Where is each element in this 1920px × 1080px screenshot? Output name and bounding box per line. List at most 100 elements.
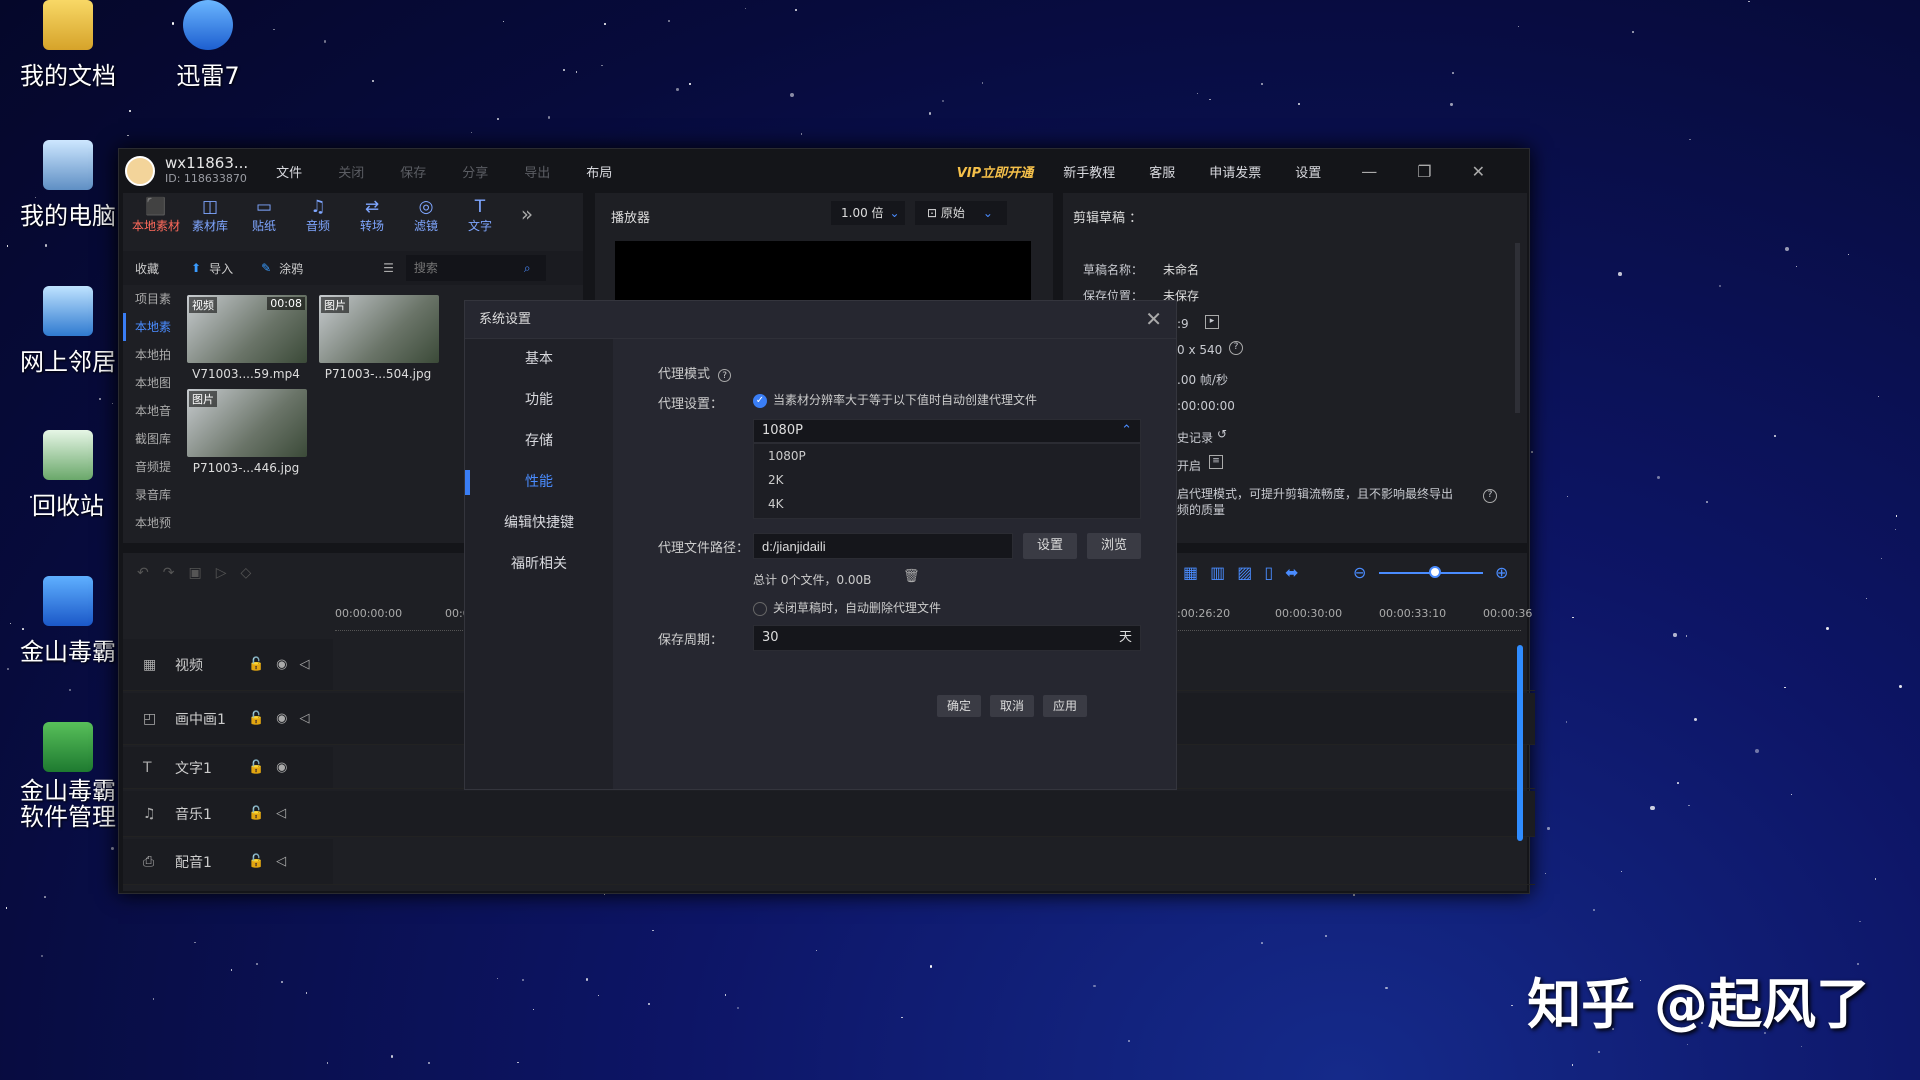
resolution-select[interactable]: 1080P ⌃ — [753, 419, 1141, 443]
more-tools-icon[interactable]: » — [507, 197, 547, 239]
media-thumb-image[interactable]: 图片 — [319, 295, 439, 363]
draft-history: 史记录 — [1177, 431, 1214, 445]
menu-export[interactable]: 导出 — [524, 162, 550, 181]
star — [1874, 878, 1877, 880]
menu-layout[interactable]: 布局 — [586, 162, 612, 181]
tab-stickers[interactable]: ▭ 贴纸 — [237, 197, 291, 239]
close-icon[interactable]: ✕ — [1472, 162, 1485, 181]
trash-icon[interactable]: 🗑 — [903, 569, 920, 584]
menu-file[interactable]: 文件 — [276, 162, 302, 181]
track-controls[interactable]: 🔓◉ — [248, 760, 300, 775]
desktop-icon-my-documents[interactable]: 我的文档 — [8, 0, 128, 91]
resolution-option[interactable]: 2K — [754, 468, 1140, 492]
paint-icon[interactable]: ✎ — [261, 261, 271, 275]
menu-share[interactable]: 分享 — [462, 162, 488, 181]
avatar[interactable] — [125, 156, 155, 186]
star — [652, 929, 655, 932]
search-icon[interactable]: ⌕ — [524, 261, 531, 276]
timeline-scrollbar[interactable] — [1517, 645, 1523, 841]
minimize-icon[interactable]: — — [1361, 162, 1377, 181]
ok-button[interactable]: 确定 — [937, 695, 981, 717]
import-button[interactable]: 导入 — [209, 260, 233, 277]
path-input[interactable] — [753, 533, 1013, 559]
path-browse-button[interactable]: 浏览 — [1087, 533, 1141, 559]
star — [502, 20, 505, 23]
nav-function[interactable]: 功能 — [465, 380, 613, 421]
help-icon[interactable]: ? — [1229, 341, 1243, 355]
sidebar-item[interactable]: 本地拍 — [123, 341, 171, 369]
star — [110, 847, 114, 851]
sort-icon[interactable]: ☰ — [383, 261, 394, 275]
speed-select[interactable]: 1.00 倍 ⌄ — [831, 201, 905, 225]
help-icon[interactable]: ? — [718, 369, 732, 382]
apply-button[interactable]: 应用 — [1043, 695, 1087, 717]
star — [390, 1055, 393, 1058]
import-icon[interactable]: ⬆ — [191, 261, 201, 275]
auto-delete-radio[interactable]: 关闭草稿时，自动删除代理文件 — [753, 599, 941, 616]
desktop-icon-network[interactable]: 网上邻居 — [8, 286, 128, 377]
track-controls[interactable]: 🔓◉◁ — [248, 657, 322, 672]
tab-library[interactable]: ◫ 素材库 — [183, 197, 237, 239]
history-icon[interactable]: ↺ — [1217, 427, 1227, 441]
fav-label[interactable]: 收藏 — [135, 260, 177, 277]
zoom-slider-handle[interactable] — [1429, 566, 1441, 578]
nav-basic[interactable]: 基本 — [465, 339, 613, 380]
vip-link[interactable]: VIP立即开通 — [957, 162, 1033, 181]
tab-transition[interactable]: ⇄ 转场 — [345, 197, 399, 239]
star — [981, 82, 984, 84]
star — [667, 19, 670, 22]
restore-icon[interactable]: ❐ — [1417, 162, 1431, 181]
track-controls[interactable]: 🔓◁ — [248, 854, 298, 869]
sidebar-item-active[interactable]: 本地素 — [123, 313, 171, 341]
ratio-select[interactable]: ⊡ 原始 ⌄ — [915, 201, 1007, 225]
sidebar-item[interactable]: 录音库 — [123, 481, 171, 509]
media-thumb-video[interactable]: 视频 00:08 — [187, 295, 307, 363]
resolution-option[interactable]: 4K — [754, 492, 1140, 516]
service-link[interactable]: 客服 — [1149, 162, 1175, 181]
sidebar-item[interactable]: 本地音 — [123, 397, 171, 425]
toggle-icon[interactable]: ≡ — [1209, 455, 1223, 469]
menu-save[interactable]: 保存 — [400, 162, 426, 181]
path-set-button[interactable]: 设置 — [1023, 533, 1077, 559]
desktop-icon-xunlei[interactable]: 迅雷7 — [148, 0, 268, 91]
proxy-auto-checkbox[interactable]: ✓ 当素材分辨率大于等于以下值时自动创建代理文件 — [753, 391, 1037, 408]
close-icon[interactable]: ✕ — [1145, 307, 1162, 331]
nav-storage[interactable]: 存储 — [465, 421, 613, 462]
scrollbar[interactable] — [1515, 243, 1520, 413]
star — [1572, 616, 1575, 619]
track-controls[interactable]: 🔓◁ — [248, 806, 298, 821]
help-icon[interactable]: ? — [1483, 489, 1497, 503]
nav-performance[interactable]: 性能 — [465, 462, 613, 503]
desktop-icon-duba-manager[interactable]: 金山毒霸软件管理 — [8, 722, 128, 830]
star — [1688, 804, 1690, 807]
sidebar-item[interactable]: 截图库 — [123, 425, 171, 453]
tab-local-media[interactable]: ⬛ 本地素材 — [129, 197, 183, 239]
desktop-icon-recycle-bin[interactable]: 回收站 — [8, 430, 128, 521]
cancel-button[interactable]: 取消 — [990, 695, 1034, 717]
track-controls[interactable]: 🔓◉◁ — [248, 711, 322, 726]
sidebar-item[interactable]: 项目素 — [123, 285, 171, 313]
zoom-out-icon[interactable]: ⊖ — [1353, 563, 1366, 582]
star — [1790, 793, 1793, 796]
sidebar-item[interactable]: 本地图 — [123, 369, 171, 397]
sidebar-item[interactable]: 音频提 — [123, 453, 171, 481]
sidebar-item[interactable]: 本地预 — [123, 509, 171, 537]
desktop-icon-duba[interactable]: 金山毒霸 — [8, 576, 128, 667]
tab-audio[interactable]: ♫ 音频 — [291, 197, 345, 239]
zoom-in-icon[interactable]: ⊕ — [1495, 563, 1508, 582]
resolution-option[interactable]: 1080P — [754, 444, 1140, 468]
paint-button[interactable]: 涂鸦 — [279, 260, 303, 277]
menu-close[interactable]: 关闭 — [338, 162, 364, 181]
desktop-icon-my-computer[interactable]: 我的电脑 — [8, 140, 128, 231]
nav-foxit[interactable]: 福昕相关 — [465, 544, 613, 585]
tab-text[interactable]: T 文字 — [453, 197, 507, 239]
tutorial-link[interactable]: 新手教程 — [1063, 162, 1115, 181]
settings-link[interactable]: 设置 — [1295, 162, 1321, 181]
ratio-edit-icon[interactable]: ▸ — [1205, 315, 1219, 329]
tab-filter[interactable]: ◎ 滤镜 — [399, 197, 453, 239]
media-thumb-image[interactable]: 图片 — [187, 389, 307, 457]
nav-shortcuts[interactable]: 编辑快捷键 — [465, 503, 613, 544]
title-bar: wx11863... ID: 118633870 文件 关闭 保存 分享 导出 … — [119, 149, 1529, 193]
invoice-link[interactable]: 申请发票 — [1209, 162, 1261, 181]
period-input[interactable]: 30 天 — [753, 625, 1141, 651]
